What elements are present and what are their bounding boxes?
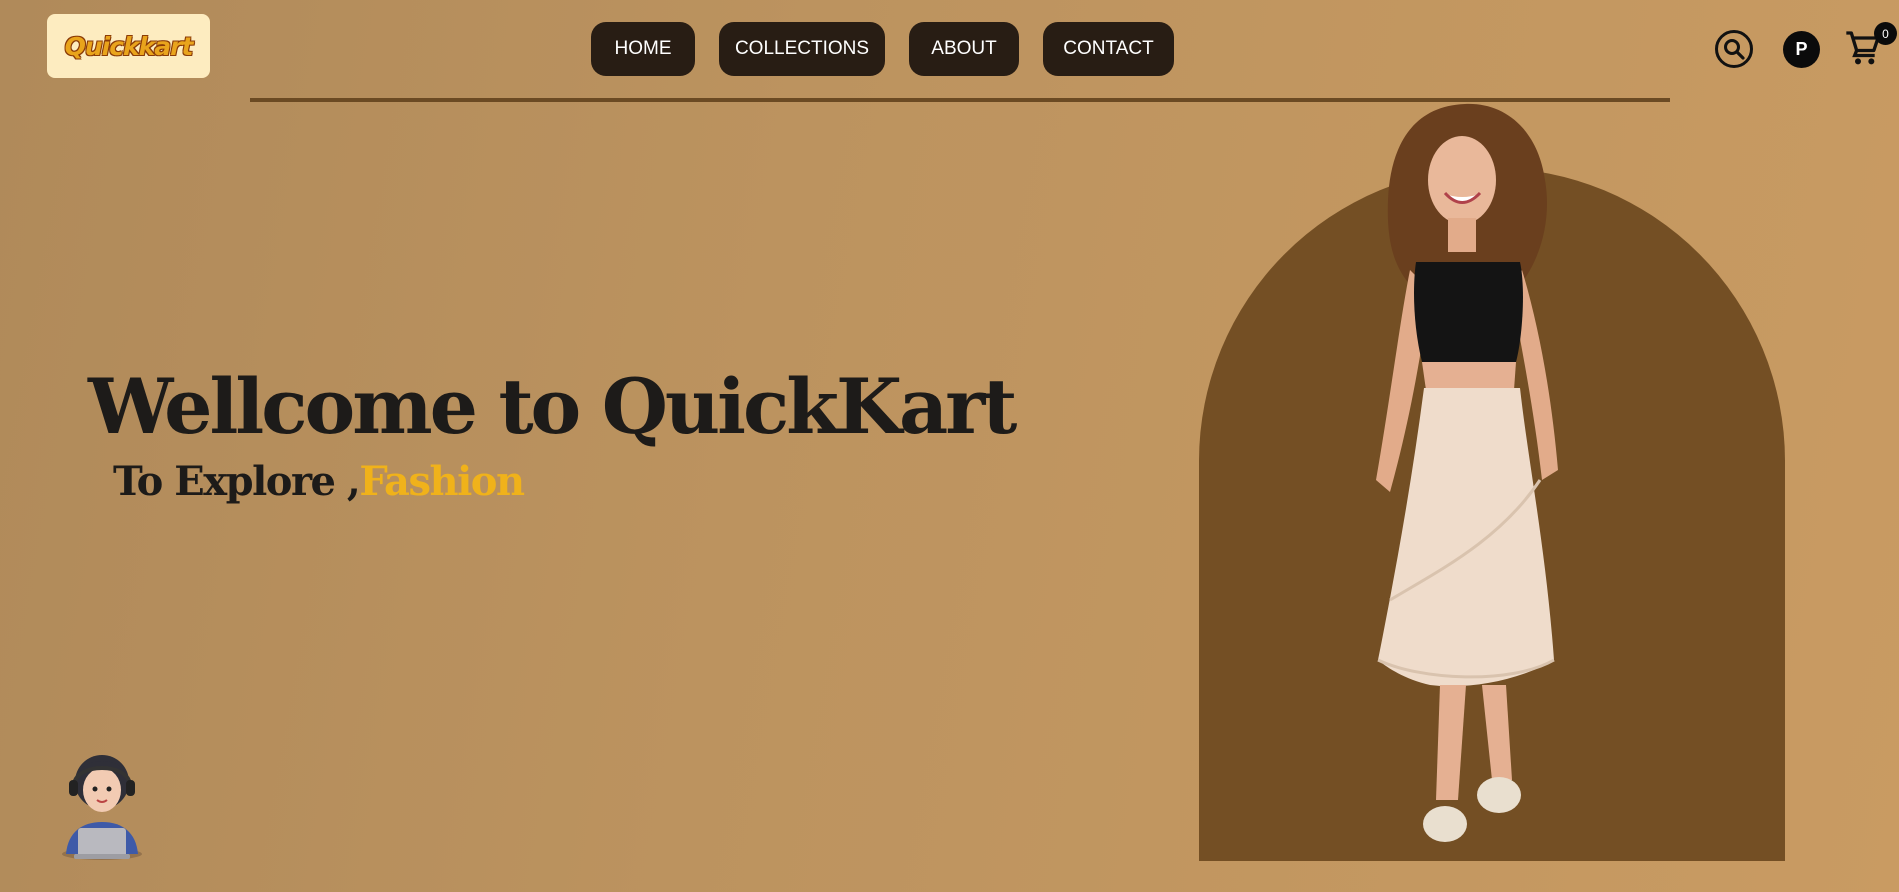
profile-avatar-button[interactable]: P: [1783, 31, 1820, 68]
nav-home-button[interactable]: HOME: [591, 22, 695, 76]
hero-title: Wellcome to QuickKart: [88, 362, 1017, 451]
search-icon: [1724, 39, 1745, 60]
hero-subtitle-accent: Fashion: [359, 458, 525, 505]
search-button[interactable]: [1715, 30, 1753, 68]
hero-subtitle: To Explore ,Fashion: [113, 458, 525, 505]
fashion-model-image: [1376, 103, 1558, 842]
main-nav: HOME COLLECTIONS ABOUT CONTACT: [0, 22, 1899, 76]
nav-about-button[interactable]: ABOUT: [909, 22, 1019, 76]
nav-collections-button[interactable]: COLLECTIONS: [719, 22, 885, 76]
cart-count-badge: 0: [1874, 22, 1897, 45]
nav-contact-button[interactable]: CONTACT: [1043, 22, 1174, 76]
hero-subtitle-prefix: To Explore ,: [113, 458, 361, 505]
support-agent-icon[interactable]: [52, 742, 152, 862]
